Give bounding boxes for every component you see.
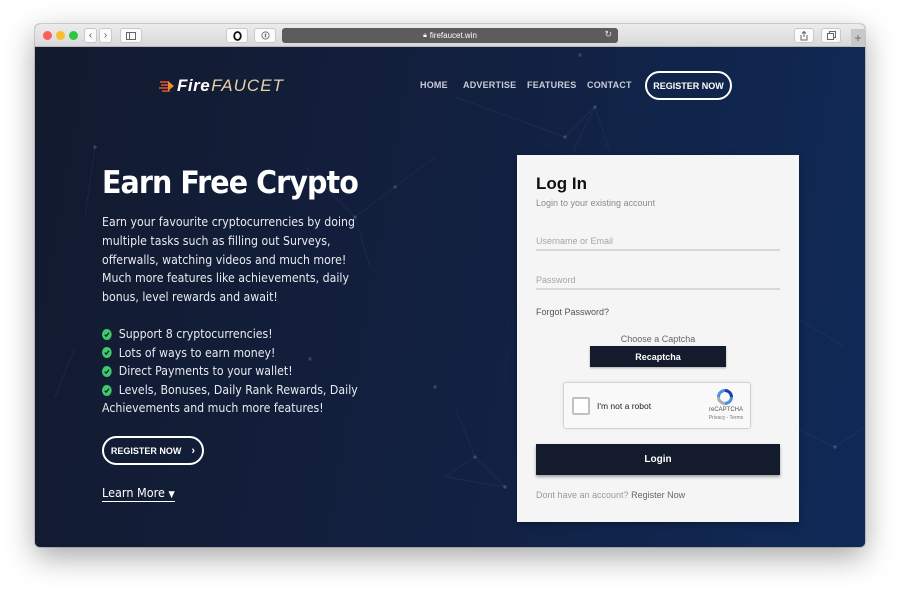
nav-register-button[interactable]: REGISTER NOW [645,71,732,100]
check-circle-icon [102,347,112,359]
sidebar-icon[interactable] [120,28,142,43]
password-field-wrapper [536,270,780,290]
login-subtitle: Login to your existing account [536,198,656,208]
new-tab-icon[interactable]: + [851,29,865,47]
signup-prompt-text: Dont have an account? [536,490,629,500]
browser-window: ‹ › 🔒︎ firefaucet.win ↻ + Fire FAUCET HO… [35,24,865,547]
feature-item: Direct Payments to your wallet! [102,362,384,381]
tabs-icon[interactable] [821,28,841,43]
hero-title: Earn Free Crypto [102,165,359,201]
recaptcha-links[interactable]: Privacy - Terms [704,415,748,421]
opera-icon[interactable] [226,28,248,43]
nav-features[interactable]: FEATURES [527,80,576,90]
feature-text: Lots of ways to earn money! [118,344,276,360]
nav-home[interactable]: HOME [420,80,448,90]
password-icon[interactable] [254,28,276,43]
recaptcha-label: I'm not a robot [597,401,652,411]
share-icon[interactable] [794,28,814,43]
minimize-window-button[interactable] [56,31,65,40]
feature-item: Lots of ways to earn money! [102,344,384,363]
nav-contact[interactable]: CONTACT [587,80,632,90]
nav-advertise[interactable]: ADVERTISE [463,80,516,90]
captcha-label: Choose a Captcha [620,334,696,344]
hero-description: Earn your favourite cryptocurrencies by … [102,214,355,305]
recaptcha-checkbox[interactable] [572,397,590,415]
logo-fire-text: Fire [177,76,211,95]
recaptcha-brand: reCAPTCHA [708,407,743,413]
reload-icon[interactable]: ↻ [604,29,612,40]
hero-register-label: REGISTER NOW [110,445,182,456]
login-title: Log In [536,174,587,193]
feature-text: Direct Payments to your wallet! [118,363,293,379]
login-button[interactable]: Login [536,444,780,475]
check-circle-icon [102,328,112,340]
password-input[interactable] [536,275,780,285]
login-card: Log In Login to your existing account Fo… [517,155,799,522]
flame-icon [159,81,174,92]
chevron-down-icon: ▼ [168,490,175,500]
username-input[interactable] [536,236,780,246]
recaptcha-option-button[interactable]: Recaptcha [590,346,726,367]
chevron-right-icon: › [191,444,196,457]
forgot-password-link[interactable]: Forgot Password? [536,307,609,317]
learn-more-label: Learn More [102,485,165,500]
firefaucet-logo[interactable]: Fire FAUCET [159,76,284,96]
recaptcha-widget: I'm not a robot reCAPTCHA Privacy - Term… [563,382,751,429]
check-circle-icon [102,384,112,396]
feature-list: Support 8 cryptocurrencies! Lots of ways… [102,325,384,418]
back-icon[interactable]: ‹ [84,28,97,43]
forward-icon[interactable]: › [99,28,112,43]
register-now-link[interactable]: Register Now [631,490,685,500]
feature-item: Levels, Bonuses, Daily Rank Rewards, Dai… [102,381,384,400]
maximize-window-button[interactable] [69,31,78,40]
feature-text-continuation: Achievements and much more features! [102,400,324,416]
check-circle-icon [102,365,112,377]
signup-prompt: Dont have an account? Register Now [536,490,685,500]
feature-text: Levels, Bonuses, Daily Rank Rewards, Dai… [118,381,358,397]
url-bar[interactable]: 🔒︎ firefaucet.win ↻ [282,28,618,43]
url-text: firefaucet.win [429,31,477,40]
recaptcha-logo-icon [717,389,733,405]
browser-toolbar: ‹ › 🔒︎ firefaucet.win ↻ + [35,24,865,47]
page: Fire FAUCET HOME ADVERTISE FEATURES CONT… [35,47,865,547]
feature-item: Support 8 cryptocurrencies! [102,325,384,344]
hero-register-button[interactable]: REGISTER NOW › [102,436,204,465]
feature-text: Support 8 cryptocurrencies! [118,326,273,341]
learn-more-link[interactable]: Learn More ▼ [102,485,175,502]
username-field-wrapper [536,231,780,251]
close-window-button[interactable] [43,31,52,40]
lock-icon: 🔒︎ [423,31,427,39]
logo-faucet-text: FAUCET [211,76,284,95]
